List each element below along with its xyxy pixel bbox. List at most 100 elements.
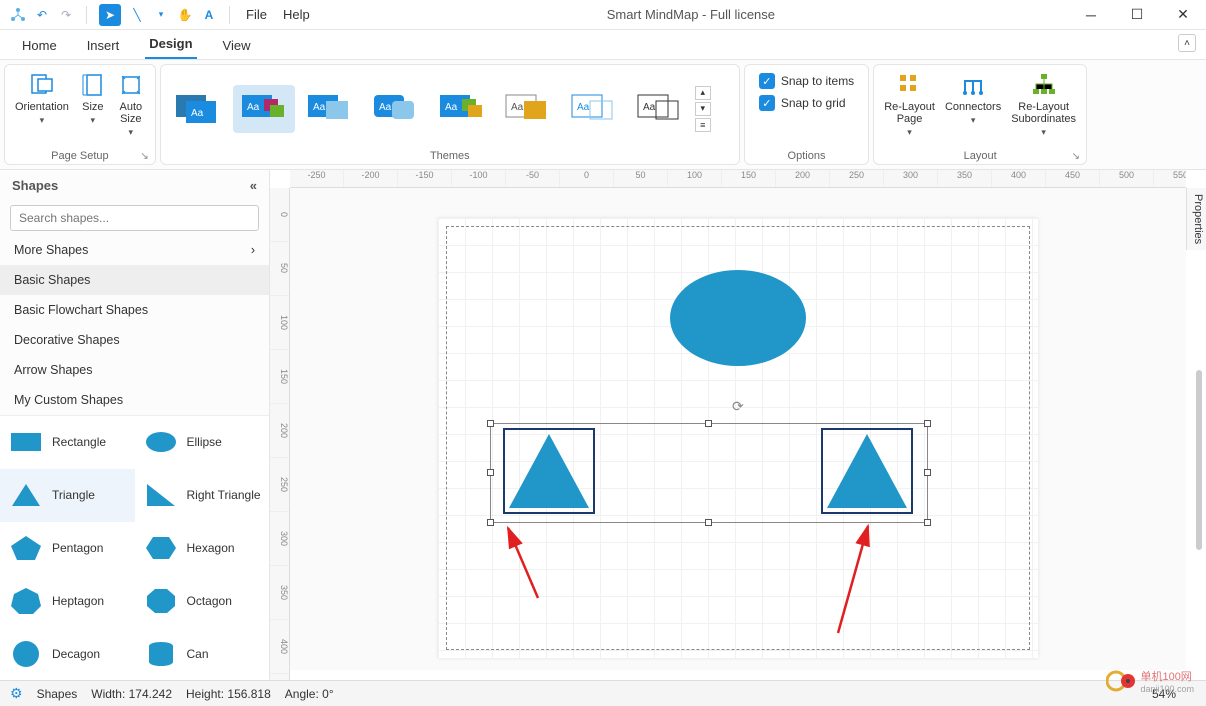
- tab-design[interactable]: Design: [145, 30, 196, 59]
- shape-gallery: Rectangle Ellipse Triangle Right Triangl…: [0, 415, 269, 680]
- category-basic-flowchart[interactable]: Basic Flowchart Shapes: [0, 295, 269, 325]
- selection-handle[interactable]: [924, 519, 931, 526]
- relayout-subordinates-button[interactable]: Re-Layout Subordinates▾: [1007, 69, 1080, 140]
- properties-tab[interactable]: Properties: [1186, 188, 1206, 250]
- status-height: Height: 156.818: [186, 687, 271, 701]
- pan-tool-icon[interactable]: ✋: [177, 7, 193, 23]
- snap-to-items-checkbox[interactable]: ✓Snap to items: [759, 73, 854, 89]
- more-shapes-item[interactable]: More Shapes›: [0, 235, 269, 265]
- svg-text:Aa: Aa: [191, 108, 204, 119]
- settings-icon[interactable]: ⚙: [10, 685, 23, 702]
- watermark: 单机100网danji100.com: [1106, 666, 1194, 696]
- main-area: Shapes « More Shapes› Basic Shapes Basic…: [0, 170, 1206, 680]
- help-menu[interactable]: Help: [279, 5, 314, 24]
- theme-2[interactable]: Aa: [233, 85, 295, 133]
- shape-octagon[interactable]: Octagon: [135, 574, 270, 627]
- theme-scroll-down-icon[interactable]: ▾: [695, 102, 711, 116]
- page[interactable]: ⟳: [438, 218, 1038, 658]
- ribbon-group-layout: Re-Layout Page▾ Connectors▾ Re-Layout Su…: [873, 64, 1087, 165]
- shapes-panel-title: Shapes: [12, 178, 58, 193]
- selection-handle[interactable]: [487, 420, 494, 427]
- status-bar: ⚙ Shapes Width: 174.242 Height: 156.818 …: [0, 680, 1206, 706]
- svg-text:Aa: Aa: [643, 102, 656, 113]
- search-input[interactable]: [10, 205, 259, 231]
- theme-gallery-expand-icon[interactable]: ≡: [695, 118, 711, 132]
- undo-icon[interactable]: ↶: [34, 7, 50, 23]
- shape-can[interactable]: Can: [135, 627, 270, 680]
- collapse-panel-icon[interactable]: «: [250, 178, 257, 193]
- tab-insert[interactable]: Insert: [83, 32, 124, 59]
- file-menu[interactable]: File: [242, 5, 271, 24]
- selection-handle[interactable]: [924, 469, 931, 476]
- tab-view[interactable]: View: [219, 32, 255, 59]
- ribbon-group-page-setup: Orientation▾ Size▾ Auto Size▾ Page Setup…: [4, 64, 156, 165]
- check-icon: ✓: [759, 95, 775, 111]
- page-setup-launcher-icon[interactable]: ↘: [140, 151, 148, 162]
- theme-4[interactable]: Aa: [365, 85, 427, 133]
- tab-home[interactable]: Home: [18, 32, 61, 59]
- theme-6[interactable]: Aa: [497, 85, 559, 133]
- category-decorative[interactable]: Decorative Shapes: [0, 325, 269, 355]
- titlebar: ↶ ↷ ➤ ╲ ▾ ✋ A File Help Smart MindMap - …: [0, 0, 1206, 30]
- dropdown-icon[interactable]: ▾: [153, 7, 169, 23]
- chevron-right-icon: ›: [251, 243, 255, 257]
- category-custom[interactable]: My Custom Shapes: [0, 385, 269, 415]
- svg-text:Aa: Aa: [313, 102, 326, 113]
- window-title: Smart MindMap - Full license: [314, 7, 1068, 22]
- theme-scroll-up-icon[interactable]: ▴: [695, 86, 711, 100]
- selection-handle[interactable]: [487, 519, 494, 526]
- theme-5[interactable]: Aa: [431, 85, 493, 133]
- shape-ellipse[interactable]: Ellipse: [135, 416, 270, 469]
- theme-3[interactable]: Aa: [299, 85, 361, 133]
- canvas-triangle-2[interactable]: [821, 428, 913, 514]
- selection-handle[interactable]: [705, 519, 712, 526]
- status-angle: Angle: 0°: [285, 687, 334, 701]
- rotate-handle-icon[interactable]: ⟳: [732, 398, 744, 415]
- line-tool-icon[interactable]: ╲: [129, 7, 145, 23]
- minimize-button[interactable]: ─: [1068, 0, 1114, 30]
- shape-pentagon[interactable]: Pentagon: [0, 522, 135, 575]
- layout-launcher-icon[interactable]: ↘: [1072, 151, 1080, 162]
- app-icon: [10, 7, 26, 23]
- vertical-scrollbar[interactable]: [1196, 370, 1202, 550]
- shape-hexagon[interactable]: Hexagon: [135, 522, 270, 575]
- svg-text:Aa: Aa: [445, 102, 458, 113]
- ribbon: Orientation▾ Size▾ Auto Size▾ Page Setup…: [0, 60, 1206, 170]
- selection-handle[interactable]: [487, 469, 494, 476]
- text-tool-icon[interactable]: A: [201, 7, 217, 23]
- canvas-triangle-1[interactable]: [503, 428, 595, 514]
- shapes-status-button[interactable]: Shapes: [37, 687, 78, 701]
- category-basic-shapes[interactable]: Basic Shapes: [0, 265, 269, 295]
- canvas[interactable]: ⟳: [290, 188, 1186, 670]
- shape-decagon[interactable]: Decagon: [0, 627, 135, 680]
- collapse-ribbon-icon[interactable]: ˄: [1178, 34, 1196, 52]
- svg-text:Aa: Aa: [379, 102, 392, 113]
- category-arrow[interactable]: Arrow Shapes: [0, 355, 269, 385]
- shape-rectangle[interactable]: Rectangle: [0, 416, 135, 469]
- snap-to-grid-checkbox[interactable]: ✓Snap to grid: [759, 95, 854, 111]
- close-button[interactable]: ✕: [1160, 0, 1206, 30]
- connectors-button[interactable]: Connectors▾: [941, 69, 1005, 128]
- autosize-button[interactable]: Auto Size▾: [113, 69, 149, 140]
- theme-1[interactable]: Aa: [167, 85, 229, 133]
- orientation-button[interactable]: Orientation▾: [11, 69, 73, 128]
- theme-8[interactable]: Aa: [629, 85, 691, 133]
- redo-icon[interactable]: ↷: [58, 7, 74, 23]
- ribbon-tabs: Home Insert Design View ˄: [0, 30, 1206, 60]
- canvas-ellipse[interactable]: [668, 268, 808, 368]
- relayout-page-button[interactable]: Re-Layout Page▾: [880, 69, 939, 140]
- maximize-button[interactable]: ☐: [1114, 0, 1160, 30]
- shapes-panel: Shapes « More Shapes› Basic Shapes Basic…: [0, 170, 270, 680]
- shape-triangle[interactable]: Triangle: [0, 469, 135, 522]
- theme-7[interactable]: Aa: [563, 85, 625, 133]
- vertical-ruler: 0501001502002503003504004505005506006507…: [270, 188, 290, 680]
- svg-text:Aa: Aa: [247, 102, 260, 113]
- shape-right-triangle[interactable]: Right Triangle: [135, 469, 270, 522]
- size-button[interactable]: Size▾: [75, 69, 111, 128]
- svg-text:Aa: Aa: [577, 102, 590, 113]
- canvas-area: -250-200-150-100-50050100150200250300350…: [270, 170, 1206, 680]
- selection-handle[interactable]: [705, 420, 712, 427]
- selection-handle[interactable]: [924, 420, 931, 427]
- pointer-tool-icon[interactable]: ➤: [99, 4, 121, 26]
- shape-heptagon[interactable]: Heptagon: [0, 574, 135, 627]
